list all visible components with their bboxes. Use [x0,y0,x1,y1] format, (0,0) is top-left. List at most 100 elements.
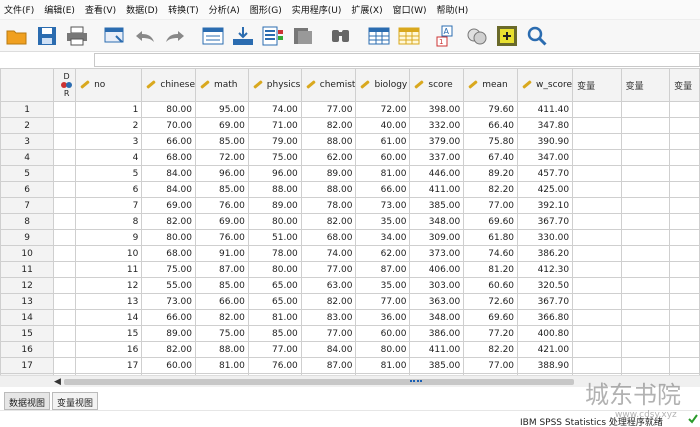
insert-cases-icon[interactable] [367,24,391,48]
data-cell[interactable]: 60.00 [355,149,411,166]
data-cell[interactable]: 35.00 [355,213,411,230]
data-cell[interactable]: 66.00 [355,181,411,198]
scrollbar-thumb[interactable] [64,379,574,385]
data-cell[interactable]: 55.00 [141,277,196,294]
row-header[interactable]: 11 [0,261,55,278]
empty-cell[interactable] [572,117,622,134]
data-cell[interactable]: 80.00 [247,213,302,230]
data-cell[interactable]: 85.00 [195,277,249,294]
data-cell[interactable]: 390.90 [517,133,574,150]
row-header[interactable]: 15 [0,325,55,342]
value-labels-icon[interactable]: A1 [435,24,459,48]
data-cell[interactable]: 82.00 [300,213,357,230]
menu-edit[interactable]: 编辑(E) [44,3,75,16]
empty-cell[interactable] [572,245,622,262]
empty-cell[interactable] [572,309,622,326]
column-header-chemist[interactable]: chemist [300,68,357,102]
data-cell[interactable]: 80.00 [141,229,196,246]
data-cell[interactable]: 81.00 [355,165,411,182]
column-header-math[interactable]: math [195,68,249,102]
data-cell[interactable]: 35.00 [355,277,411,294]
empty-cell[interactable] [572,149,622,166]
row-header[interactable]: 2 [0,117,55,134]
empty-cell[interactable] [669,149,700,166]
empty-cell[interactable] [669,293,700,310]
data-cell[interactable]: 85.00 [195,133,249,150]
empty-cell[interactable] [572,261,622,278]
insert-variable-icon[interactable] [397,24,421,48]
empty-cell[interactable] [620,277,671,294]
data-cell[interactable]: 5 [75,165,143,182]
data-cell[interactable]: 379.00 [409,133,465,150]
empty-cell[interactable] [669,341,700,358]
column-header-score[interactable]: score [409,68,465,102]
empty-cell[interactable] [669,181,700,198]
menu-data[interactable]: 数据(D) [126,3,158,16]
data-cell[interactable]: 303.00 [409,277,465,294]
data-cell[interactable]: 17 [75,357,143,374]
data-cell[interactable]: 65.00 [247,293,302,310]
data-cell[interactable]: 77.00 [300,261,357,278]
data-cell[interactable]: 68.00 [141,245,196,262]
column-header-empty-var[interactable]: 变量 [620,68,671,102]
empty-cell[interactable] [620,325,671,342]
data-cell[interactable]: 69.60 [463,309,519,326]
data-cell[interactable]: 367.70 [517,213,574,230]
scroll-left-icon[interactable]: ◀ [54,376,64,388]
data-cell[interactable]: 66.00 [141,133,196,150]
menu-extensions[interactable]: 扩展(X) [351,3,382,16]
dialog-recall-icon[interactable] [103,24,127,48]
empty-cell[interactable] [572,101,622,118]
use-sets-icon[interactable] [465,24,489,48]
column-header-empty-var[interactable]: 变量 [572,68,622,102]
data-cell[interactable] [53,213,77,230]
data-cell[interactable]: 411.00 [409,341,465,358]
split-file-icon[interactable] [495,24,519,48]
empty-cell[interactable] [572,165,622,182]
splitter-handle[interactable] [410,380,422,382]
data-cell[interactable]: 74.00 [300,245,357,262]
empty-cell[interactable] [620,309,671,326]
row-header[interactable]: 17 [0,357,55,374]
empty-cell[interactable] [669,197,700,214]
data-cell[interactable]: 9 [75,229,143,246]
run-descriptives-icon[interactable] [291,24,315,48]
data-cell[interactable]: 84.00 [141,181,196,198]
row-header[interactable]: 9 [0,229,55,246]
data-cell[interactable]: 75.80 [463,133,519,150]
empty-cell[interactable] [669,277,700,294]
empty-cell[interactable] [572,213,622,230]
data-cell[interactable]: 87.00 [355,261,411,278]
data-cell[interactable]: 366.80 [517,309,574,326]
data-cell[interactable]: 70.00 [141,117,196,134]
data-cell[interactable]: 88.00 [247,181,302,198]
empty-cell[interactable] [620,165,671,182]
empty-cell[interactable] [620,133,671,150]
empty-cell[interactable] [620,101,671,118]
row-header[interactable]: 4 [0,149,55,166]
data-cell[interactable]: 80.00 [355,341,411,358]
data-cell[interactable]: 61.80 [463,229,519,246]
data-cell[interactable]: 68.00 [141,149,196,166]
data-cell[interactable]: 7 [75,197,143,214]
data-cell[interactable]: 347.00 [517,149,574,166]
data-cell[interactable]: 330.00 [517,229,574,246]
data-cell[interactable] [53,325,77,342]
data-cell[interactable]: 60.00 [355,325,411,342]
data-cell[interactable]: 66.00 [195,293,249,310]
data-cell[interactable]: 425.00 [517,181,574,198]
data-cell[interactable]: 385.00 [409,197,465,214]
data-cell[interactable]: 83.00 [300,309,357,326]
empty-cell[interactable] [620,149,671,166]
data-cell[interactable] [53,229,77,246]
data-cell[interactable]: 82.00 [300,293,357,310]
data-cell[interactable]: 89.20 [463,165,519,182]
data-cell[interactable]: 406.00 [409,261,465,278]
data-cell[interactable] [53,341,77,358]
data-cell[interactable]: 11 [75,261,143,278]
data-cell[interactable]: 96.00 [247,165,302,182]
data-cell[interactable]: 71.00 [247,117,302,134]
data-cell[interactable]: 51.00 [247,229,302,246]
data-cell[interactable]: 87.00 [300,357,357,374]
data-cell[interactable]: 309.00 [409,229,465,246]
